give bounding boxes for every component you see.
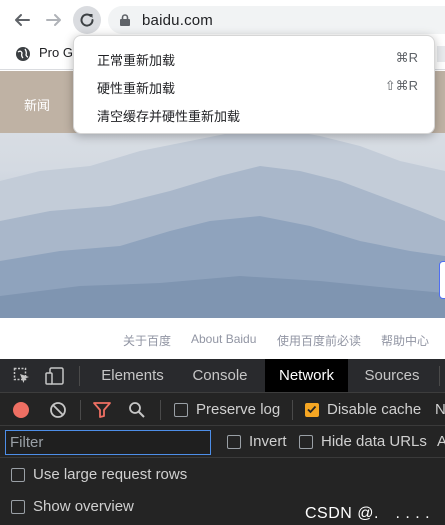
clear-icon[interactable] [49, 401, 67, 419]
footer-link-terms[interactable]: 使用百度前必读 [277, 332, 361, 349]
tab-network[interactable]: Network [265, 359, 348, 392]
large-rows-checkbox[interactable] [11, 468, 25, 482]
tab-sources[interactable]: Sources [354, 359, 430, 392]
menu-item-shortcut: ⇧⌘R [384, 78, 418, 93]
menu-item-empty-cache-hard-reload[interactable]: 清空缓存并硬性重新加载 [74, 100, 434, 128]
browser-toolbar: baidu.com [0, 0, 445, 40]
disable-cache-label[interactable]: Disable cache [327, 401, 421, 418]
invert-checkbox[interactable] [227, 435, 241, 449]
show-overview-checkbox[interactable] [11, 500, 25, 514]
lock-icon [120, 14, 130, 26]
tab-divider [79, 366, 80, 386]
footer-link-help[interactable]: 帮助中心 [381, 332, 429, 349]
large-rows-label[interactable]: Use large request rows [33, 466, 187, 483]
mountain-background [0, 129, 445, 318]
invert-label[interactable]: Invert [249, 433, 287, 450]
url-text: baidu.com [142, 12, 214, 29]
devtools-tab-bar: Elements Console Network Sources [0, 359, 445, 393]
show-overview-option: Show overview CSDN @. . . . . [0, 492, 445, 525]
tab-elements[interactable]: Elements [92, 359, 173, 392]
footer-link-about-en[interactable]: About Baidu [191, 332, 256, 346]
inspect-element-icon[interactable] [13, 367, 31, 385]
arrow-left-icon [15, 14, 30, 26]
menu-item-shortcut: ⌘R [395, 50, 418, 65]
device-toolbar-icon[interactable] [45, 367, 65, 385]
watermark-text: CSDN @. . . . . [305, 505, 431, 522]
hide-data-urls-label[interactable]: Hide data URLs [321, 433, 427, 450]
reload-button[interactable] [73, 6, 101, 34]
forward-button[interactable] [42, 8, 66, 32]
toolbar-divider [160, 400, 161, 420]
tab-divider [439, 366, 440, 386]
large-rows-option: Use large request rows [0, 459, 445, 491]
page-footer: 关于百度 About Baidu 使用百度前必读 帮助中心 [0, 318, 445, 359]
bookmark-overflow[interactable] [437, 46, 445, 62]
menu-item-hard-reload[interactable]: 硬性重新加载 ⇧⌘R [74, 72, 434, 100]
globe-icon [16, 47, 30, 61]
toolbar-divider [292, 400, 293, 420]
arrow-right-icon [46, 14, 61, 26]
checkmark-icon [307, 405, 317, 414]
show-overview-label[interactable]: Show overview [33, 498, 134, 515]
filter-icon[interactable] [93, 402, 111, 418]
reload-icon [80, 13, 94, 27]
address-bar[interactable]: baidu.com [108, 6, 445, 34]
bookmark-item-label[interactable]: Pro Gi [39, 45, 76, 60]
preserve-log-label[interactable]: Preserve log [196, 401, 280, 418]
disable-cache-checkbox[interactable] [305, 403, 319, 417]
record-button[interactable] [13, 402, 29, 418]
tab-console[interactable]: Console [180, 359, 260, 392]
filter-overflow-label[interactable]: A [437, 433, 445, 450]
preserve-log-checkbox[interactable] [174, 403, 188, 417]
filter-input[interactable] [5, 430, 211, 455]
footer-link-about-cn[interactable]: 关于百度 [123, 332, 171, 349]
network-toolbar: Preserve log Disable cache N [0, 394, 445, 426]
throttling-overflow-label[interactable]: N [435, 401, 445, 418]
search-icon[interactable] [128, 401, 146, 419]
menu-item-label: 硬性重新加载 [97, 81, 176, 96]
side-panel-button[interactable] [439, 261, 445, 299]
reload-context-menu: 正常重新加载 ⌘R 硬性重新加载 ⇧⌘R 清空缓存并硬性重新加载 [73, 35, 435, 134]
menu-item-label: 正常重新加载 [97, 53, 176, 68]
hide-data-urls-checkbox[interactable] [299, 435, 313, 449]
menu-item-label: 清空缓存并硬性重新加载 [97, 109, 241, 124]
filter-bar: Invert Hide data URLs A [0, 427, 445, 458]
menu-item-normal-reload[interactable]: 正常重新加载 ⌘R [74, 44, 434, 72]
devtools-panel: Elements Console Network Sources Preserv… [0, 359, 445, 525]
back-button[interactable] [10, 8, 34, 32]
toolbar-divider [80, 400, 81, 420]
